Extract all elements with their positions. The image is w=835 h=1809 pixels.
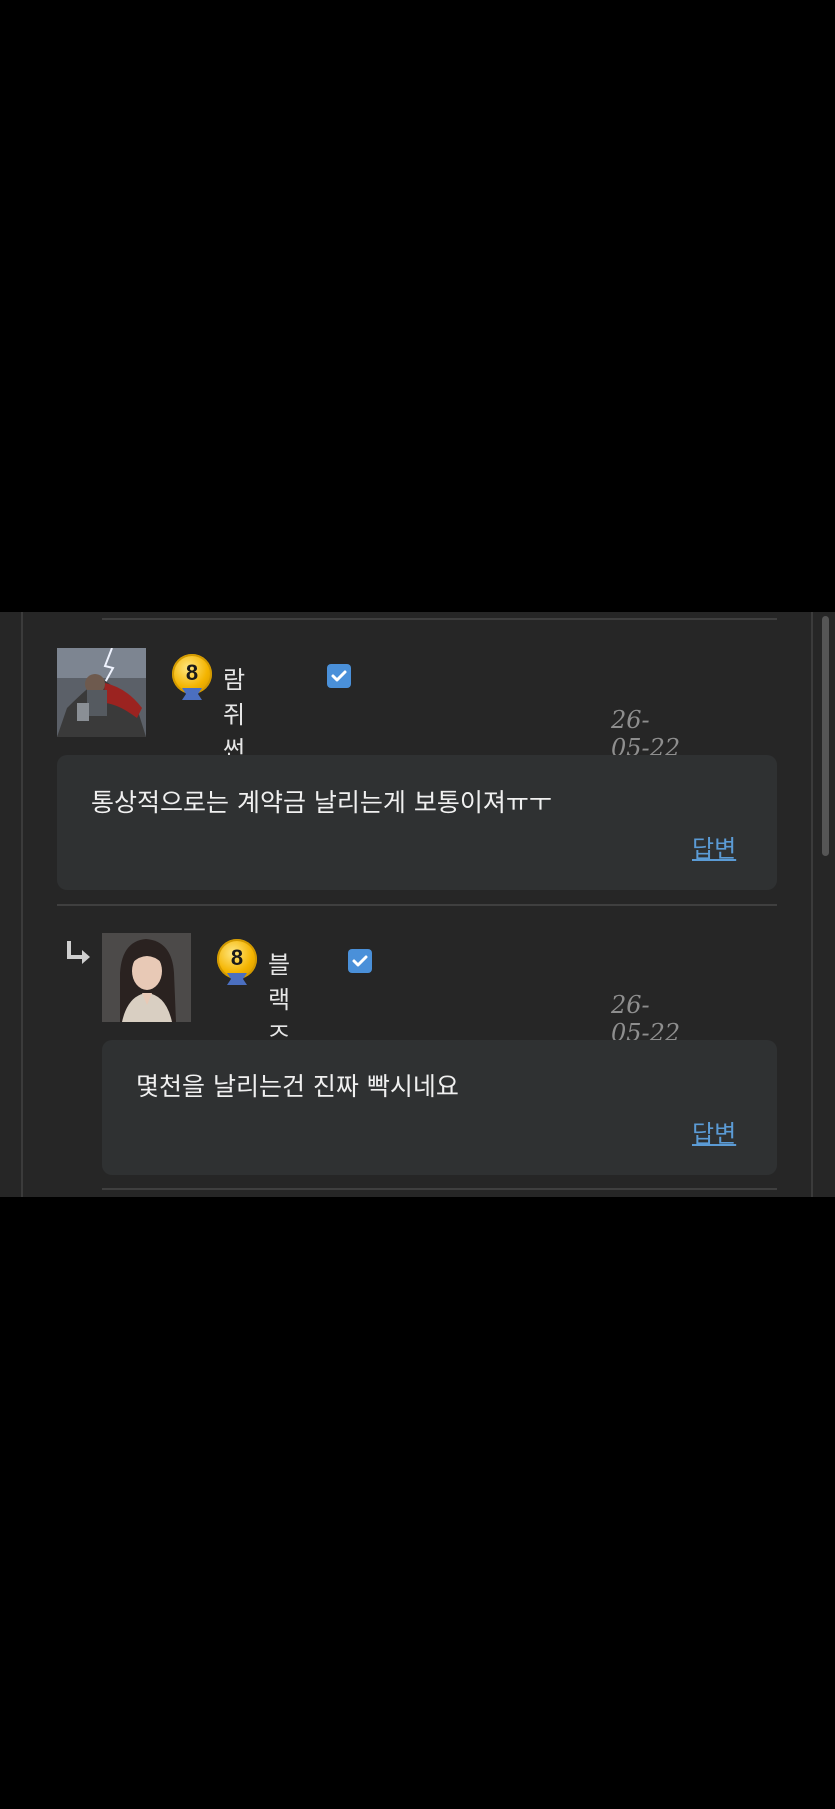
left-border <box>21 612 23 1197</box>
right-border <box>811 612 813 1197</box>
comment-text: 통상적으로는 계약금 날리는게 보통이져ㅠㅜ <box>91 788 552 817</box>
woman-portrait-avatar[interactable] <box>102 933 191 1022</box>
comment-bubble: 통상적으로는 계약금 날리는게 보통이져ㅠㅜ 답변 <box>57 755 777 890</box>
reply-link[interactable]: 답변 <box>692 1114 736 1149</box>
level-badge: 8 <box>170 654 214 702</box>
verified-check-icon <box>348 949 372 973</box>
level-number: 8 <box>185 660 199 685</box>
level-number: 8 <box>230 945 244 970</box>
ribbon-icon <box>227 973 247 985</box>
comment-bubble: 몇천을 날리는건 진짜 빡시네요 답변 <box>102 1040 777 1175</box>
divider <box>102 618 777 620</box>
divider <box>57 904 777 906</box>
thor-avatar[interactable] <box>57 648 146 737</box>
reply-link[interactable]: 답변 <box>692 829 736 864</box>
bottom-black-area <box>0 1197 835 1809</box>
divider <box>102 1188 777 1190</box>
username[interactable]: 블랙즈 <box>268 945 290 1050</box>
comment-text: 몇천을 날리는건 진짜 빡시네요 <box>136 1072 459 1101</box>
verified-check-icon <box>327 664 351 688</box>
reply-arrow-icon <box>67 941 90 964</box>
top-black-area <box>0 0 835 612</box>
level-badge: 8 <box>215 939 259 987</box>
comment-panel: 8 람쥐썬더 26-05-22 15:15 통상적으로는 계약금 날리는게 보통… <box>0 612 835 1197</box>
ribbon-icon <box>182 688 202 700</box>
scrollbar[interactable] <box>822 616 829 856</box>
